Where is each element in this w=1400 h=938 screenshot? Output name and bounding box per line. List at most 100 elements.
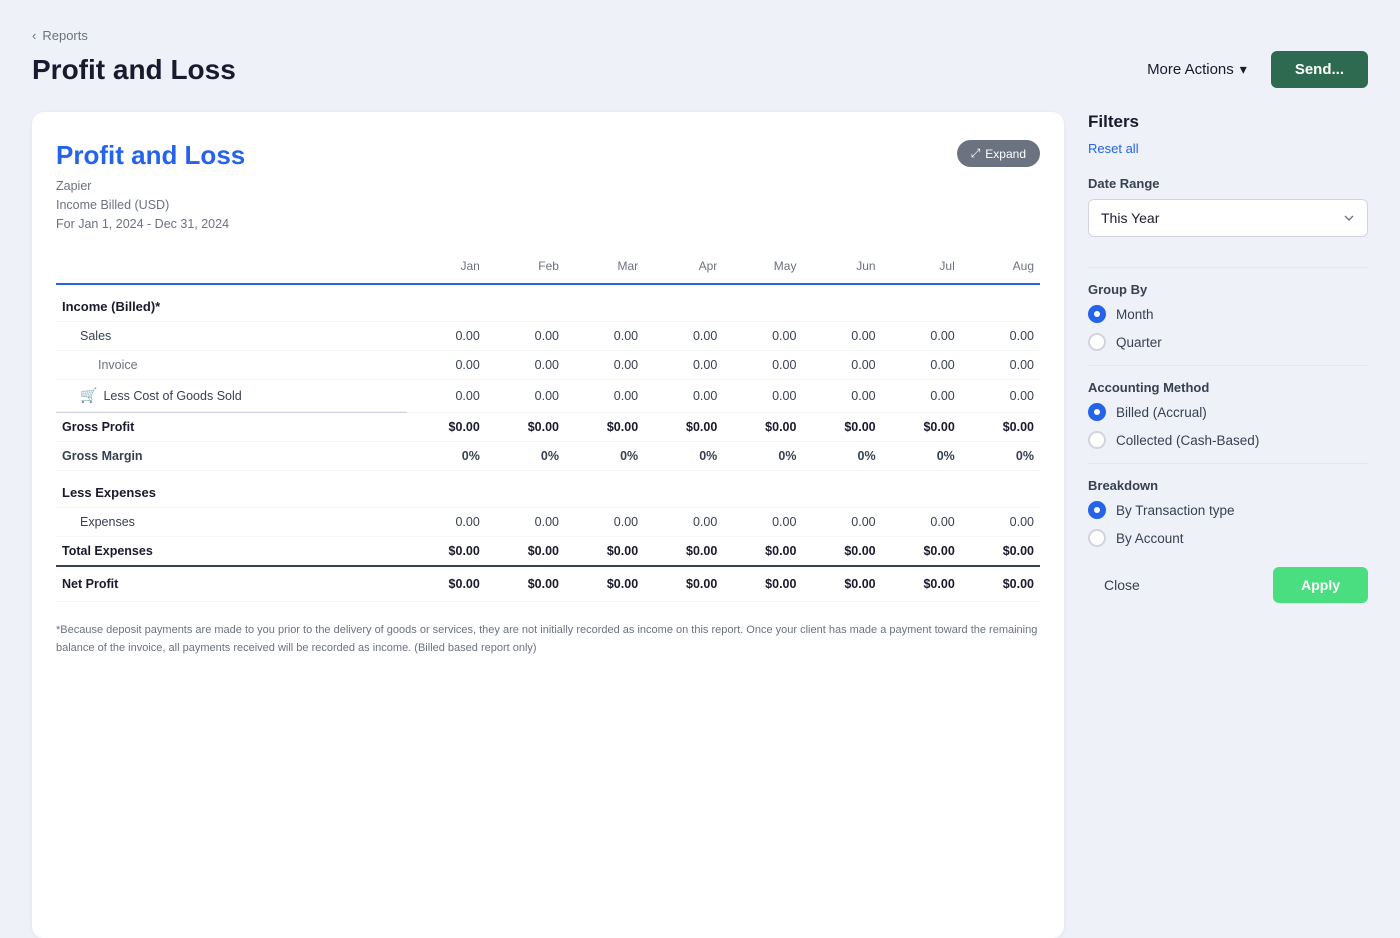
col-header-jul: Jul bbox=[882, 253, 961, 284]
breakdown-account-radio[interactable] bbox=[1088, 529, 1106, 547]
col-header-aug: Aug bbox=[961, 253, 1040, 284]
breakdown-transaction-item[interactable]: By Transaction type bbox=[1088, 501, 1368, 519]
chevron-down-icon: ▾ bbox=[1240, 61, 1247, 78]
net-profit-row: Net Profit $0.00 $0.00 $0.00 $0.00 $0.00… bbox=[56, 566, 1040, 602]
breakdown-account-item[interactable]: By Account bbox=[1088, 529, 1368, 547]
breadcrumb-reports-link[interactable]: Reports bbox=[42, 28, 88, 43]
net-profit-jun: $0.00 bbox=[802, 566, 881, 602]
breakdown-transaction-label: By Transaction type bbox=[1116, 503, 1235, 518]
expenses-jun: 0.00 bbox=[802, 508, 881, 537]
gross-margin-jun: 0% bbox=[802, 442, 881, 471]
less-expenses-header-row: Less Expenses bbox=[56, 471, 1040, 508]
breakdown-radio-group: By Transaction type By Account bbox=[1088, 501, 1368, 547]
net-profit-mar: $0.00 bbox=[565, 566, 644, 602]
accounting-collected-radio[interactable] bbox=[1088, 431, 1106, 449]
accounting-billed-radio[interactable] bbox=[1088, 403, 1106, 421]
total-expenses-row: Total Expenses $0.00 $0.00 $0.00 $0.00 $… bbox=[56, 537, 1040, 567]
cogs-row: 🛒 Less Cost of Goods Sold 0.00 0.00 0.00… bbox=[56, 380, 1040, 413]
date-range-select[interactable]: This Year Last Year This Quarter Last Qu… bbox=[1088, 199, 1368, 237]
report-table: Jan Feb Mar Apr May Jun Jul Aug Income (… bbox=[56, 253, 1040, 602]
sales-jun: 0.00 bbox=[802, 322, 881, 351]
invoice-apr: 0.00 bbox=[644, 351, 723, 380]
group-by-month-label: Month bbox=[1116, 307, 1154, 322]
breakdown-transaction-radio[interactable] bbox=[1088, 501, 1106, 519]
gross-margin-label: Gross Margin bbox=[56, 442, 407, 471]
invoice-jun: 0.00 bbox=[802, 351, 881, 380]
col-header-label bbox=[56, 253, 407, 284]
breakdown-label: Breakdown bbox=[1088, 478, 1368, 493]
report-card: Profit and Loss Zapier Income Billed (US… bbox=[32, 112, 1064, 938]
expenses-mar: 0.00 bbox=[565, 508, 644, 537]
page-title: Profit and Loss bbox=[32, 54, 236, 86]
group-by-radio-group: Month Quarter bbox=[1088, 305, 1368, 351]
gross-profit-jun: $0.00 bbox=[802, 413, 881, 442]
group-by-quarter-radio[interactable] bbox=[1088, 333, 1106, 351]
accounting-billed-label: Billed (Accrual) bbox=[1116, 405, 1207, 420]
expenses-label: Expenses bbox=[56, 508, 407, 537]
col-header-feb: Feb bbox=[486, 253, 565, 284]
gross-profit-jul: $0.00 bbox=[882, 413, 961, 442]
col-header-mar: Mar bbox=[565, 253, 644, 284]
gross-margin-jan: 0% bbox=[407, 442, 486, 471]
gross-margin-mar: 0% bbox=[565, 442, 644, 471]
income-billed-header-cell: Income (Billed)* bbox=[56, 284, 1040, 322]
gross-profit-feb: $0.00 bbox=[486, 413, 565, 442]
accounting-method-radio-group: Billed (Accrual) Collected (Cash-Based) bbox=[1088, 403, 1368, 449]
expenses-feb: 0.00 bbox=[486, 508, 565, 537]
main-content: Profit and Loss Zapier Income Billed (US… bbox=[32, 112, 1368, 938]
report-subtitle: Zapier Income Billed (USD) For Jan 1, 20… bbox=[56, 177, 1040, 233]
filter-actions: Close Apply bbox=[1088, 567, 1368, 603]
gross-profit-row: Gross Profit $0.00 $0.00 $0.00 $0.00 $0.… bbox=[56, 413, 1040, 442]
gross-profit-jan: $0.00 bbox=[407, 413, 486, 442]
invoice-row: Invoice 0.00 0.00 0.00 0.00 0.00 0.00 0.… bbox=[56, 351, 1040, 380]
cogs-icon: 🛒 bbox=[80, 387, 97, 404]
accounting-collected-label: Collected (Cash-Based) bbox=[1116, 433, 1259, 448]
col-header-jan: Jan bbox=[407, 253, 486, 284]
expand-button[interactable]: ⤢ Expand bbox=[957, 140, 1040, 167]
expand-arrow-icon: ⤢ bbox=[971, 146, 981, 161]
accounting-method-label: Accounting Method bbox=[1088, 380, 1368, 395]
less-expenses-header-cell: Less Expenses bbox=[56, 471, 1040, 508]
sales-feb: 0.00 bbox=[486, 322, 565, 351]
report-date-range: For Jan 1, 2024 - Dec 31, 2024 bbox=[56, 217, 229, 231]
breadcrumb: ‹ Reports bbox=[32, 28, 1368, 43]
sales-may: 0.00 bbox=[723, 322, 802, 351]
group-by-label: Group By bbox=[1088, 282, 1368, 297]
gross-profit-may: $0.00 bbox=[723, 413, 802, 442]
group-by-month-radio[interactable] bbox=[1088, 305, 1106, 323]
apply-button[interactable]: Apply bbox=[1273, 567, 1368, 603]
reset-all-link[interactable]: Reset all bbox=[1088, 141, 1139, 156]
group-by-quarter-label: Quarter bbox=[1116, 335, 1162, 350]
accounting-collected-item[interactable]: Collected (Cash-Based) bbox=[1088, 431, 1368, 449]
cogs-feb: 0.00 bbox=[486, 380, 565, 413]
gross-margin-feb: 0% bbox=[486, 442, 565, 471]
income-billed-header-row: Income (Billed)* bbox=[56, 284, 1040, 322]
report-inner-title: Profit and Loss bbox=[56, 140, 1040, 171]
invoice-label: Invoice bbox=[56, 351, 407, 380]
total-expenses-may: $0.00 bbox=[723, 537, 802, 567]
gross-margin-aug: 0% bbox=[961, 442, 1040, 471]
cogs-jun: 0.00 bbox=[802, 380, 881, 413]
total-expenses-apr: $0.00 bbox=[644, 537, 723, 567]
more-actions-label: More Actions bbox=[1147, 61, 1234, 78]
cogs-label-text: Less Cost of Goods Sold bbox=[103, 389, 241, 403]
expenses-row: Expenses 0.00 0.00 0.00 0.00 0.00 0.00 0… bbox=[56, 508, 1040, 537]
breakdown-account-label: By Account bbox=[1116, 531, 1184, 546]
page-header: Profit and Loss More Actions ▾ Send... bbox=[32, 51, 1368, 88]
send-button[interactable]: Send... bbox=[1271, 51, 1368, 88]
col-header-may: May bbox=[723, 253, 802, 284]
accounting-billed-item[interactable]: Billed (Accrual) bbox=[1088, 403, 1368, 421]
gross-profit-apr: $0.00 bbox=[644, 413, 723, 442]
expand-label: Expand bbox=[985, 147, 1026, 161]
net-profit-jan: $0.00 bbox=[407, 566, 486, 602]
group-by-month-item[interactable]: Month bbox=[1088, 305, 1368, 323]
net-profit-feb: $0.00 bbox=[486, 566, 565, 602]
more-actions-button[interactable]: More Actions ▾ bbox=[1135, 53, 1259, 86]
sales-jul: 0.00 bbox=[882, 322, 961, 351]
invoice-aug: 0.00 bbox=[961, 351, 1040, 380]
close-button[interactable]: Close bbox=[1088, 567, 1156, 603]
invoice-feb: 0.00 bbox=[486, 351, 565, 380]
group-by-quarter-item[interactable]: Quarter bbox=[1088, 333, 1368, 351]
net-profit-aug: $0.00 bbox=[961, 566, 1040, 602]
expenses-aug: 0.00 bbox=[961, 508, 1040, 537]
